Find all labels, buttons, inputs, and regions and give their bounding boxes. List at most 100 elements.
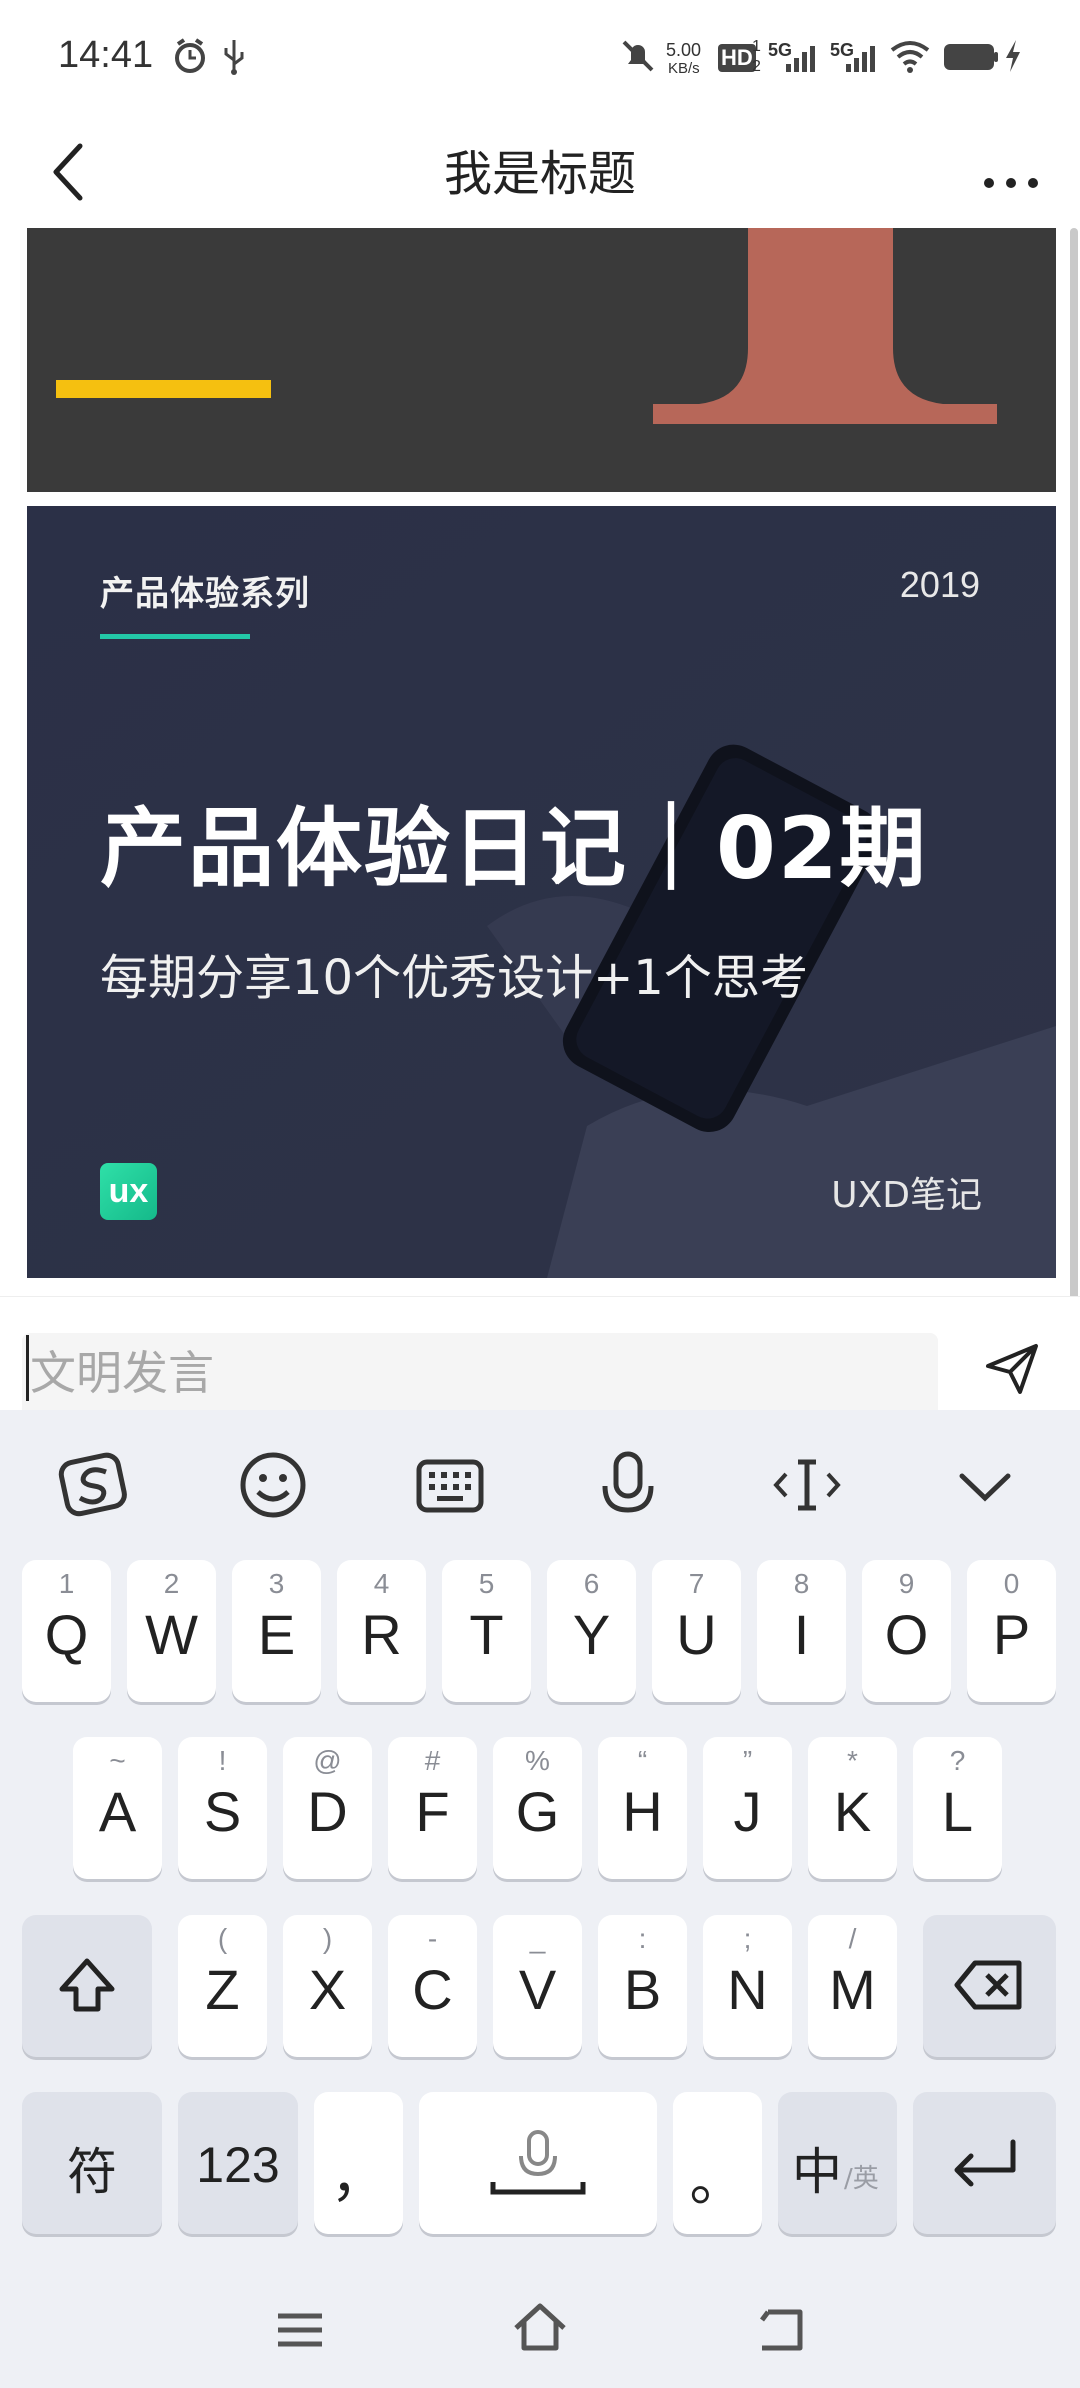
key-hint: :: [638, 1923, 647, 1954]
key-f[interactable]: # F: [388, 1737, 477, 1879]
key-hint: _: [529, 1923, 546, 1954]
hd-badge: HD: [718, 44, 756, 72]
send-icon[interactable]: [982, 1338, 1042, 1398]
key-hint: 4: [373, 1568, 390, 1599]
key-l[interactable]: ? L: [913, 1737, 1002, 1879]
home-nav-icon[interactable]: [510, 2298, 570, 2358]
cursor-move-icon[interactable]: [762, 1440, 852, 1530]
key-label: G: [515, 1780, 560, 1843]
key-u[interactable]: 7U: [652, 1560, 741, 1702]
key-k[interactable]: * K: [808, 1737, 897, 1879]
nav-bar: 我是标题: [0, 116, 1080, 228]
keyboard-icon[interactable]: [405, 1440, 495, 1530]
red-stand-illustration: [653, 228, 997, 424]
key-hint: 1: [58, 1568, 75, 1599]
key-label: S: [203, 1780, 242, 1843]
key-c[interactable]: -C: [388, 1915, 477, 2057]
usb-icon: [224, 40, 244, 75]
key-label: L: [941, 1780, 974, 1843]
language-sub-label: /英: [844, 2164, 879, 2194]
backspace-key[interactable]: [923, 1915, 1056, 2057]
banner-subtitle: 每期分享10个优秀设计+1个思考: [100, 950, 808, 1006]
key-label: W: [145, 1603, 198, 1666]
alarm-icon: [175, 38, 205, 73]
key-b[interactable]: :B: [598, 1915, 687, 2057]
comma-key[interactable]: ，: [314, 2092, 403, 2234]
back-nav-icon[interactable]: [750, 2300, 810, 2360]
language-switch-key[interactable]: 中 /英: [778, 2092, 897, 2234]
shift-key[interactable]: [22, 1915, 152, 2057]
key-w[interactable]: 2W: [127, 1560, 216, 1702]
emoji-icon[interactable]: [228, 1440, 318, 1530]
key-hint: 0: [1003, 1568, 1020, 1599]
space-key[interactable]: [419, 2092, 657, 2234]
enter-key[interactable]: [913, 2092, 1056, 2234]
key-s[interactable]: ! S: [178, 1737, 267, 1879]
key-j[interactable]: ” J: [703, 1737, 792, 1879]
comment-input[interactable]: [22, 1333, 938, 1413]
sim-1-label: 1: [752, 38, 761, 55]
period-key[interactable]: 。: [673, 2092, 762, 2234]
number-key[interactable]: 123: [178, 2092, 298, 2234]
scrollbar[interactable]: [1070, 228, 1078, 1348]
key-label: B: [623, 1958, 662, 2021]
key-r[interactable]: 4R: [337, 1560, 426, 1702]
key-label: O: [884, 1603, 929, 1666]
banner-accent-line: [100, 634, 250, 639]
key-hint: 3: [268, 1568, 285, 1599]
language-main-label: 中: [792, 2143, 842, 2201]
voice-space-icon: [490, 2130, 586, 2195]
banner-year: 2019: [899, 564, 980, 605]
key-hint: ”: [742, 1745, 753, 1776]
key-hint: 6: [583, 1568, 600, 1599]
key-n[interactable]: ; N: [703, 1915, 792, 2057]
key-label: N: [727, 1958, 768, 2021]
key-m[interactable]: / M: [808, 1915, 897, 2057]
key-hint: ): [322, 1923, 333, 1954]
net-speed-value: 5.00: [666, 40, 702, 60]
keyboard: 1Q 2W 3E 4R 5T 6Y 7U 8I 9O 0P ~ A ! S @ D #…: [0, 1410, 1080, 2388]
key-v[interactable]: _ V: [493, 1915, 582, 2057]
key-h[interactable]: “H: [598, 1737, 687, 1879]
article-image-top: [27, 228, 1056, 492]
menu-nav-icon[interactable]: [270, 2300, 330, 2360]
backspace-icon: [954, 1960, 1022, 2010]
period-key-label: 。: [689, 2149, 746, 2212]
key-hint: 5: [478, 1568, 495, 1599]
key-y[interactable]: 6Y: [547, 1560, 636, 1702]
sogou-logo-icon[interactable]: [50, 1440, 140, 1530]
key-z[interactable]: (Z: [178, 1915, 267, 2057]
key-q[interactable]: 1Q: [22, 1560, 111, 1702]
signal-icon-1: [786, 46, 815, 72]
charging-icon: [1006, 40, 1020, 72]
key-label: M: [829, 1958, 876, 2021]
microphone-icon[interactable]: [583, 1440, 673, 1530]
key-g[interactable]: % G: [493, 1737, 582, 1879]
collapse-keyboard-icon[interactable]: [940, 1440, 1030, 1530]
key-p[interactable]: 0P: [967, 1560, 1056, 1702]
key-a[interactable]: ~ A: [73, 1737, 162, 1879]
key-label: K: [833, 1780, 872, 1843]
more-options-icon[interactable]: [976, 138, 1046, 208]
key-label: I: [793, 1603, 810, 1666]
number-key-label: 123: [196, 2137, 280, 2193]
key-t[interactable]: 5T: [442, 1560, 531, 1702]
key-o[interactable]: 9O: [862, 1560, 951, 1702]
key-label: F: [415, 1780, 450, 1843]
key-x[interactable]: ) X: [283, 1915, 372, 2057]
key-label: Q: [44, 1603, 89, 1666]
page-title: 我是标题: [443, 146, 636, 202]
key-label: T: [469, 1603, 504, 1666]
key-d[interactable]: @ D: [283, 1737, 372, 1879]
uxd-logo: ux: [100, 1163, 157, 1220]
key-label: Z: [205, 1958, 240, 2021]
key-e[interactable]: 3E: [232, 1560, 321, 1702]
symbol-key[interactable]: 符: [22, 2092, 162, 2234]
article-content[interactable]: 产品体验系列 2019 产品体验日记｜02期 每期分享10个优秀设计+1个思考 …: [0, 228, 1080, 1290]
key-label: Y: [572, 1603, 611, 1666]
key-i[interactable]: 8I: [757, 1560, 846, 1702]
comment-bar: [0, 1296, 1080, 1413]
sim-2-label: 2: [752, 58, 761, 75]
key-label: X: [308, 1958, 347, 2021]
key-hint: -: [427, 1923, 438, 1954]
